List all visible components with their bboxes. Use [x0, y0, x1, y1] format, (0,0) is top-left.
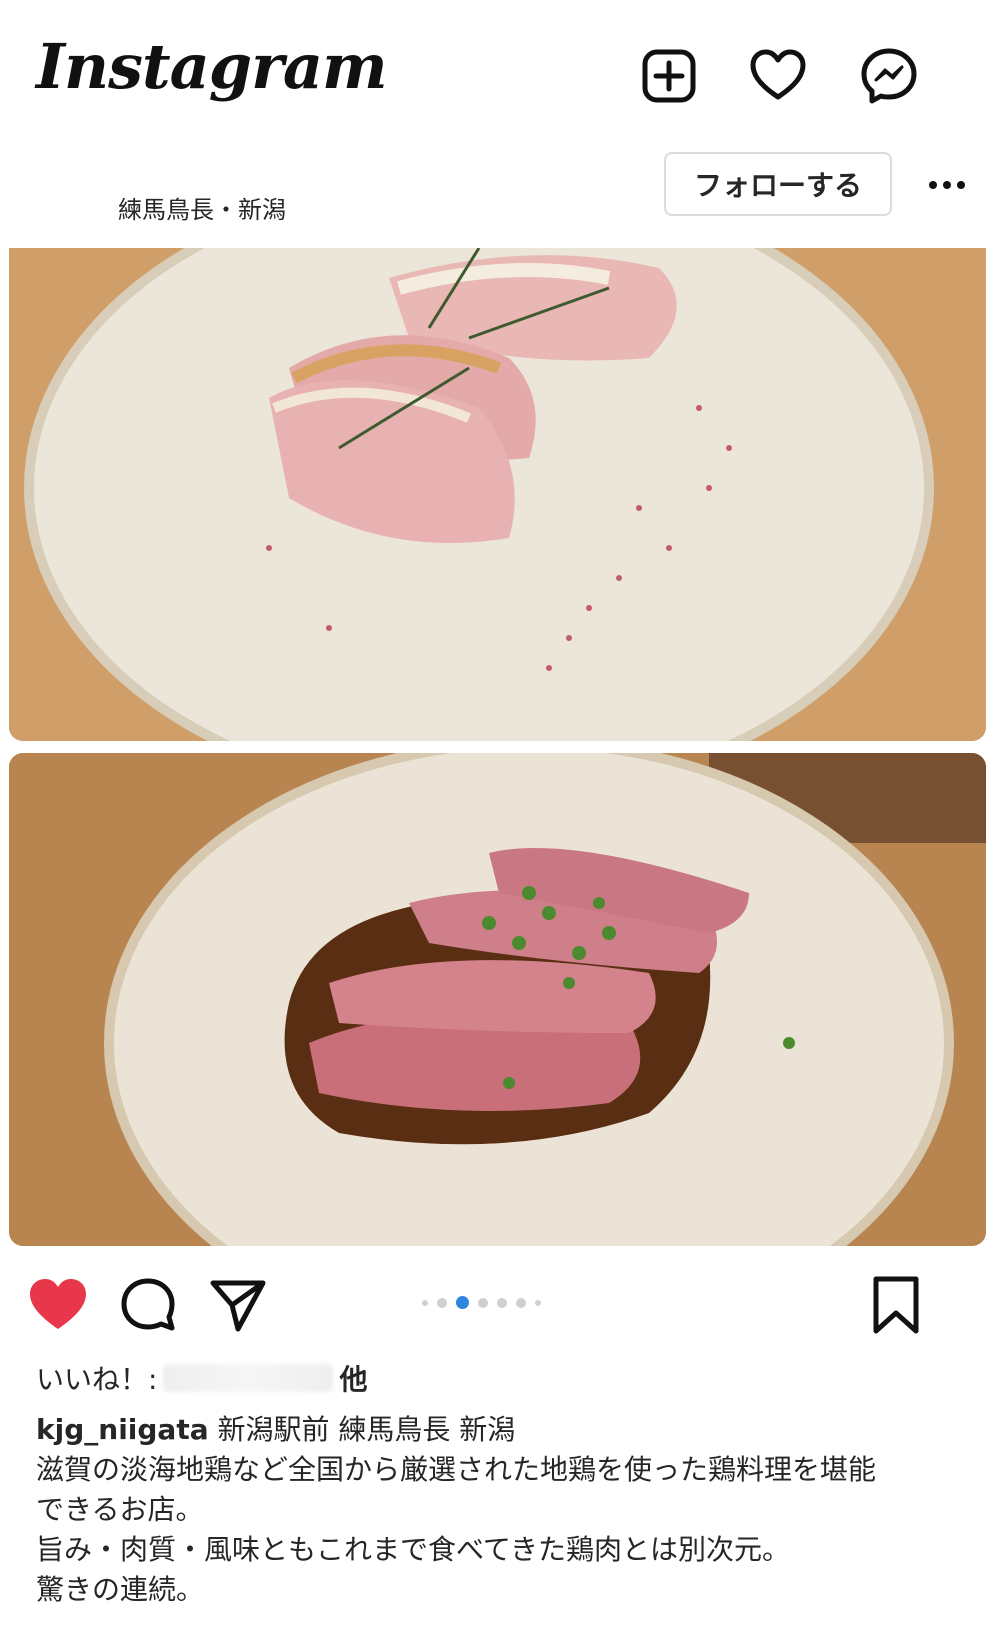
bookmark-icon[interactable] [866, 1275, 926, 1335]
new-post-icon[interactable] [640, 47, 698, 105]
likes-others[interactable]: 他 [339, 1358, 367, 1398]
caption-line: できるお店。 [36, 1493, 204, 1526]
post-photo-1[interactable] [9, 248, 986, 741]
comment-icon[interactable] [118, 1275, 178, 1335]
post-location[interactable]: 練馬鳥長・新潟 [118, 190, 286, 225]
carousel-dot-active [456, 1296, 469, 1309]
heart-icon[interactable] [749, 47, 807, 105]
carousel-dot [535, 1299, 541, 1306]
carousel-dot [422, 1299, 428, 1306]
instagram-logo: Instagram [36, 30, 388, 103]
caption-line: 旨み・肉質・風味ともこれまで食べてきた鶏肉とは別次元。 [36, 1533, 791, 1566]
caption-username[interactable]: kjg_niigata [36, 1413, 209, 1446]
share-icon[interactable] [208, 1275, 268, 1335]
like-icon[interactable] [28, 1275, 88, 1335]
likes-prefix: いいね！: [36, 1363, 158, 1396]
follow-button[interactable]: フォローする [664, 152, 892, 216]
caption-title: 新潟駅前 練馬鳥長 新潟 [208, 1413, 516, 1446]
post-caption: kjg_niigata 新潟駅前 練馬鳥長 新潟 滋賀の淡海地鶏など全国から厳選… [36, 1410, 976, 1610]
caption-line: 滋賀の淡海地鶏など全国から厳選された地鶏を使った鶏料理を堪能 [36, 1453, 877, 1486]
caption-line: 驚きの連続。 [36, 1573, 205, 1606]
carousel-dot [478, 1297, 488, 1308]
carousel-indicator [422, 1296, 541, 1309]
likes-line[interactable]: いいね！: 他 [36, 1358, 367, 1398]
carousel-dot [437, 1297, 447, 1308]
carousel-dot [516, 1297, 526, 1308]
messenger-icon[interactable] [860, 47, 918, 105]
carousel-dot [497, 1297, 507, 1308]
liked-by-username-blurred [163, 1364, 334, 1392]
more-options-icon[interactable] [926, 170, 968, 200]
post-photo-2[interactable] [9, 753, 986, 1246]
